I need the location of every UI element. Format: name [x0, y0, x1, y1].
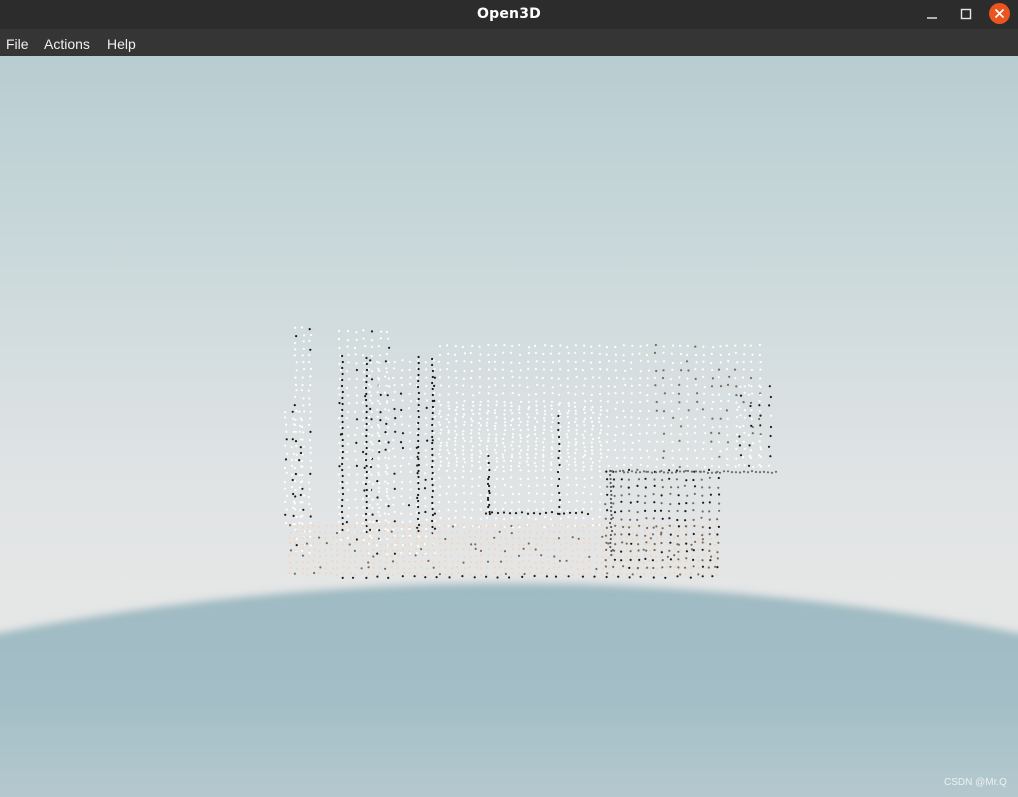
window-title: Open3D — [477, 6, 541, 22]
close-icon — [994, 8, 1005, 19]
maximize-icon — [960, 8, 972, 20]
menu-bar: File Actions Help — [0, 29, 1018, 56]
close-button[interactable] — [989, 3, 1010, 24]
title-bar[interactable]: Open3D — [0, 0, 1018, 29]
minimize-button[interactable] — [921, 4, 943, 24]
menu-help[interactable]: Help — [107, 29, 136, 56]
3d-viewport[interactable]: CSDN @Mr.Q — [0, 56, 1018, 797]
maximize-button[interactable] — [955, 4, 977, 24]
ground-sphere — [0, 583, 1018, 797]
menu-actions[interactable]: Actions — [44, 29, 90, 56]
watermark: CSDN @Mr.Q — [944, 777, 1007, 788]
minimize-icon — [927, 17, 937, 19]
scene-canvas — [0, 326, 1018, 797]
menu-file[interactable]: File — [6, 29, 29, 56]
point-cloud — [283, 326, 778, 580]
